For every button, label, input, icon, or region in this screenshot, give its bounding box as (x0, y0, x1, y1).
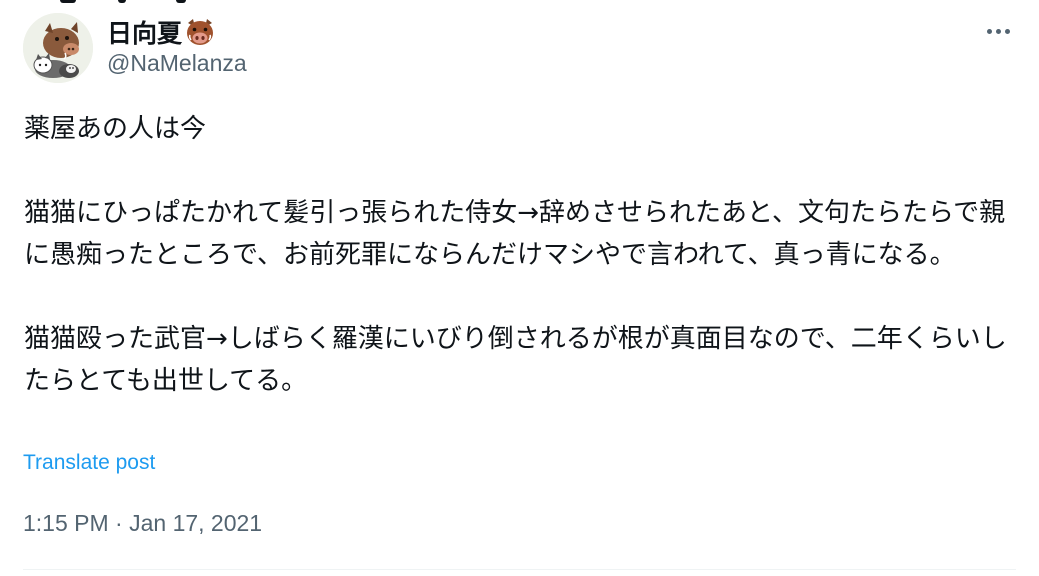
more-horizontal-icon (986, 28, 992, 34)
avatar[interactable] (23, 13, 93, 83)
tweet-text: 薬屋あの人は今 猫猫にひっぱたかれて髪引っ張られた侍女→辞めさせられたあと、文句… (24, 114, 1007, 396)
more-horizontal-icon-dot (1004, 28, 1010, 34)
more-options-button[interactable] (978, 16, 1018, 46)
divider (23, 569, 1016, 570)
author-display-name-row[interactable]: 日向夏 (107, 14, 216, 50)
translate-post-link[interactable]: Translate post (23, 451, 155, 475)
author-handle[interactable]: @NaMelanza (107, 50, 247, 77)
avatar-illustration (23, 13, 93, 83)
boar-icon (187, 19, 214, 45)
previous-tweet-edge (0, 0, 1039, 6)
more-horizontal-icon-dot (995, 28, 1001, 34)
tweet-timestamp[interactable]: 1:15 PM · Jan 17, 2021 (23, 510, 262, 537)
author-display-name[interactable]: 日向夏 (107, 14, 182, 50)
